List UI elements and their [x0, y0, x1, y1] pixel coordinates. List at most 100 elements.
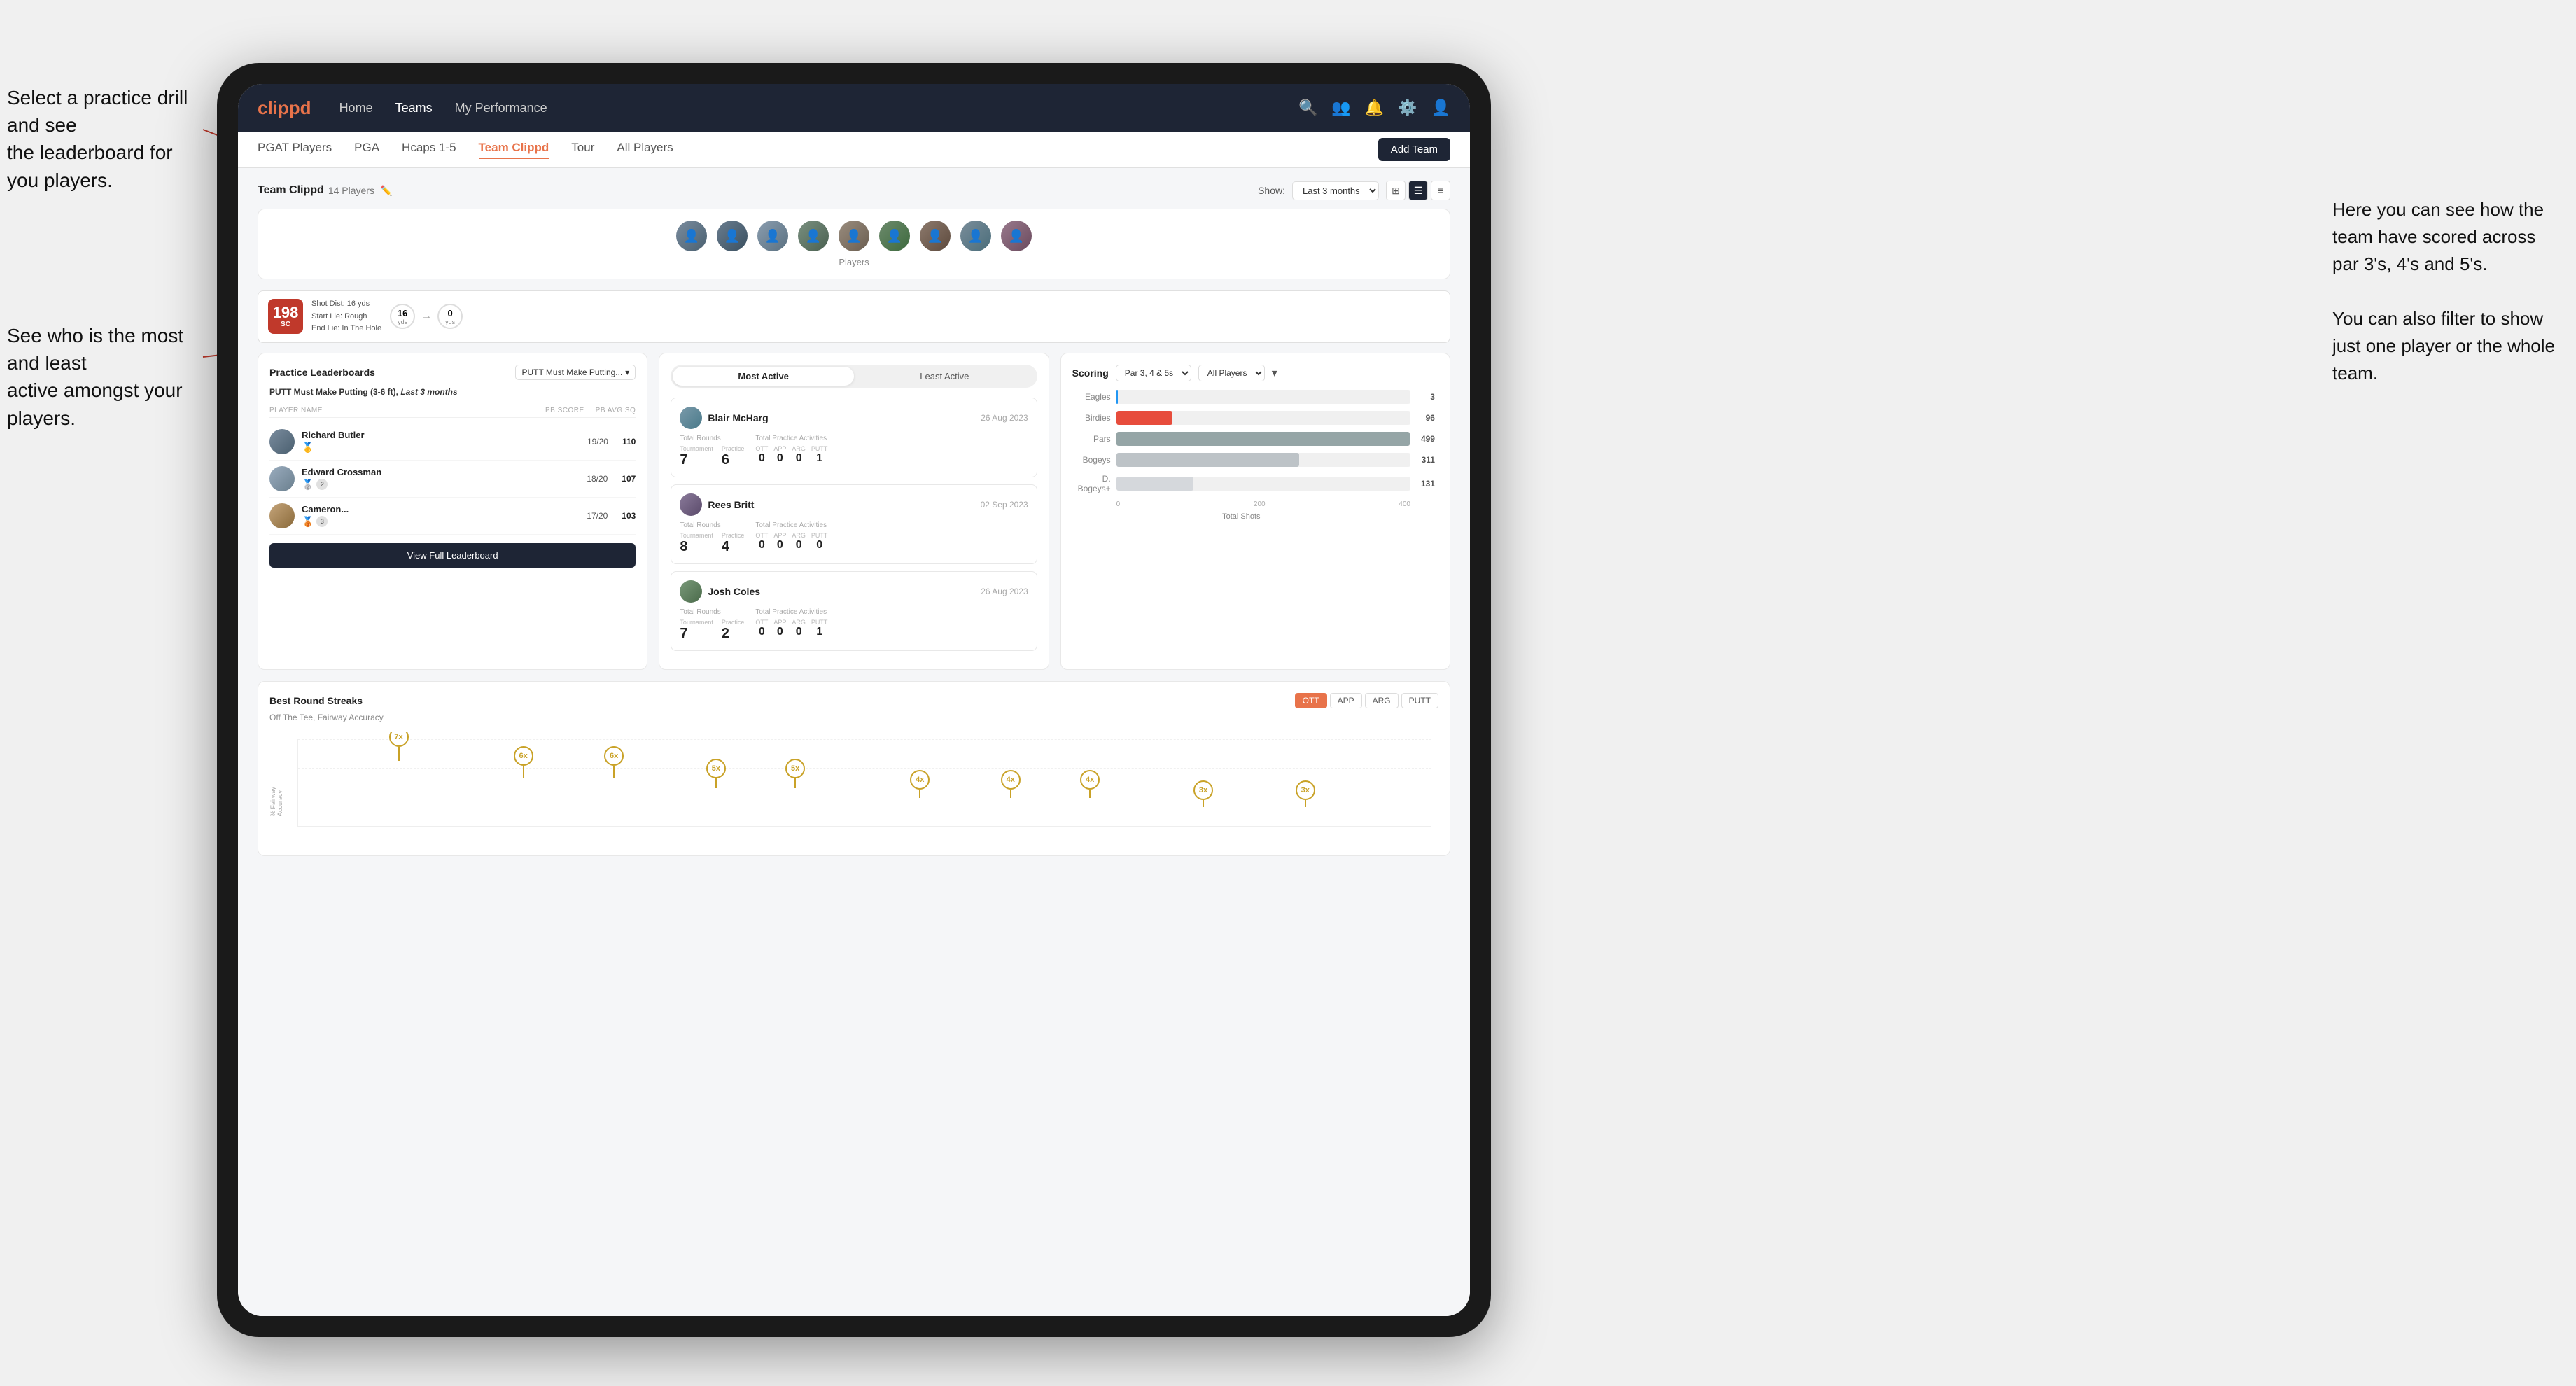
scoring-bar-chart: Eagles 3 Birdies 96 [1072, 390, 1438, 521]
lb-subtitle-drill: PUTT Must Make Putting (3-6 ft), [270, 387, 398, 397]
player-avatar-7[interactable]: 👤 [920, 220, 951, 251]
streak-filter-putt[interactable]: PUTT [1401, 693, 1438, 708]
pa-stats-1: Total Rounds Tournament 7 Practice 6 [680, 435, 1028, 468]
grid-line [298, 739, 1432, 740]
subnav-tour[interactable]: Tour [571, 141, 594, 159]
chevron-down-icon[interactable]: ▾ [1272, 366, 1278, 380]
streak-dot-circle: 7x [389, 732, 409, 747]
players-avatars: 👤 👤 👤 👤 👤 👤 👤 👤 👤 [676, 220, 1032, 251]
subnav-pgat[interactable]: PGAT Players [258, 141, 332, 159]
scoring-header: Scoring Par 3, 4 & 5s All Players ▾ [1072, 365, 1438, 382]
streak-filter-arg[interactable]: ARG [1365, 693, 1399, 708]
lb-score-2: 18/20 [587, 474, 608, 484]
player-avatar-8[interactable]: 👤 [960, 220, 991, 251]
nav-home[interactable]: Home [340, 101, 373, 115]
subnav-right: Add Team [1378, 138, 1450, 161]
chart-x-labels: 0 200 400 [1072, 500, 1410, 508]
activity-card: Most Active Least Active Blair McHarg 26… [659, 353, 1049, 670]
shot-circle-yards: 16 yds [390, 304, 415, 329]
grid-view-btn[interactable]: ⊞ [1386, 181, 1406, 200]
player-avatar-2[interactable]: 👤 [717, 220, 748, 251]
subnav-links: PGAT Players PGA Hcaps 1-5 Team Clippd T… [258, 141, 673, 159]
bar-row-bogeys: Bogeys 311 [1072, 453, 1410, 467]
list-view-btn[interactable]: ☰ [1408, 181, 1428, 200]
streak-dot-circle: 6x [514, 746, 533, 766]
bar-track-bogeys: 311 [1116, 453, 1410, 467]
streak-chart-area: 7x 6x 6x [298, 739, 1432, 827]
lb-medal-num-2: 2 [316, 479, 328, 490]
scoring-player-filter[interactable]: All Players [1198, 365, 1265, 382]
player-avatar-9[interactable]: 👤 [1001, 220, 1032, 251]
search-icon[interactable]: 🔍 [1298, 99, 1317, 117]
lb-badge-3: 🥉 3 [302, 516, 580, 528]
practice-val-1: 6 [722, 452, 745, 468]
streak-stem [1203, 800, 1204, 807]
detail-view-btn[interactable]: ≡ [1431, 181, 1450, 200]
leaderboard-title: Practice Leaderboards [270, 367, 375, 378]
edit-icon[interactable]: ✏️ [380, 185, 392, 197]
shot-dist: Shot Dist: 16 yds [312, 298, 382, 311]
least-active-tab[interactable]: Least Active [854, 367, 1035, 386]
player-avatar-1[interactable]: 👤 [676, 220, 707, 251]
add-team-button[interactable]: Add Team [1378, 138, 1450, 161]
table-row: Edward Crossman 🥈 2 18/20 107 [270, 461, 636, 498]
bar-label-bogeys: Bogeys [1072, 455, 1111, 465]
streak-stem [715, 778, 717, 788]
subnav-hcaps[interactable]: Hcaps 1-5 [402, 141, 456, 159]
streak-stem [919, 790, 920, 798]
show-period-select[interactable]: Last 3 months [1292, 181, 1379, 200]
streak-dot-circle: 4x [910, 770, 930, 790]
practice-label: Practice [722, 445, 745, 452]
subnav-pga[interactable]: PGA [354, 141, 379, 159]
leaderboard-dropdown[interactable]: PUTT Must Make Putting... ▾ [515, 365, 636, 380]
show-label: Show: [1258, 185, 1285, 196]
lb-badge-1: 🥇 [302, 442, 580, 454]
pa-avatar-1 [680, 407, 702, 429]
bar-fill-birdies [1116, 411, 1173, 425]
bar-row-eagles: Eagles 3 [1072, 390, 1410, 404]
most-active-tab[interactable]: Most Active [673, 367, 854, 386]
streak-dot-circle: 3x [1194, 780, 1213, 800]
annotation-text: team have scored across [2332, 226, 2535, 247]
pa-header-3: Josh Coles 26 Aug 2023 [680, 580, 1028, 603]
streak-dot-circle: 3x [1296, 780, 1315, 800]
scoring-title: Scoring [1072, 368, 1109, 379]
user-avatar-icon[interactable]: 👤 [1432, 99, 1450, 117]
shot-circles: 16 yds → 0 yds [390, 304, 463, 329]
people-icon[interactable]: 👥 [1331, 99, 1350, 117]
player-avatar-4[interactable]: 👤 [798, 220, 829, 251]
tournament-label: Tournament [680, 445, 713, 452]
player-avatar-3[interactable]: 👤 [757, 220, 788, 251]
bar-track-birdies: 96 [1116, 411, 1410, 425]
pa-arg: ARG 0 [792, 445, 806, 465]
subnav-team-clippd[interactable]: Team Clippd [479, 141, 550, 159]
main-content: Team Clippd 14 Players ✏️ Show: Last 3 m… [238, 168, 1470, 1316]
players-row: 👤 👤 👤 👤 👤 👤 👤 👤 👤 Players [258, 209, 1450, 279]
view-leaderboard-button[interactable]: View Full Leaderboard [270, 543, 636, 568]
bar-label-dbogeys: D. Bogeys+ [1072, 474, 1111, 493]
pa-name-2: Rees Britt [708, 499, 754, 510]
streak-filter-app[interactable]: APP [1330, 693, 1362, 708]
bar-value-birdies: 96 [1426, 413, 1435, 423]
tablet-frame: clippd Home Teams My Performance 🔍 👥 🔔 ⚙… [217, 63, 1491, 1337]
streak-stem [1305, 800, 1306, 807]
scoring-par-filter[interactable]: Par 3, 4 & 5s [1116, 365, 1191, 382]
bar-track-dbogeys: 131 [1116, 477, 1410, 491]
pa-total-rounds-2: Total Rounds Tournament 8 Practice 4 [680, 522, 744, 555]
lb-info-2: Edward Crossman 🥈 2 [302, 467, 580, 491]
leaderboard-header: Practice Leaderboards PUTT Must Make Put… [270, 365, 636, 380]
player-avatar-5[interactable]: 👤 [839, 220, 869, 251]
nav-teams[interactable]: Teams [396, 101, 433, 115]
pa-putt: PUTT 1 [811, 445, 828, 465]
nav-my-performance[interactable]: My Performance [455, 101, 547, 115]
streak-stem [613, 766, 615, 778]
bell-icon[interactable]: 🔔 [1365, 99, 1384, 117]
streak-filter-ott[interactable]: OTT [1295, 693, 1327, 708]
subnav-all-players[interactable]: All Players [617, 141, 673, 159]
settings-icon[interactable]: ⚙️ [1398, 99, 1417, 117]
bar-row-birdies: Birdies 96 [1072, 411, 1410, 425]
tablet-screen: clippd Home Teams My Performance 🔍 👥 🔔 ⚙… [238, 84, 1470, 1316]
bar-value-eagles: 3 [1430, 392, 1435, 402]
player-avatar-6[interactable]: 👤 [879, 220, 910, 251]
streaks-header: Best Round Streaks OTT APP ARG PUTT [270, 693, 1438, 708]
